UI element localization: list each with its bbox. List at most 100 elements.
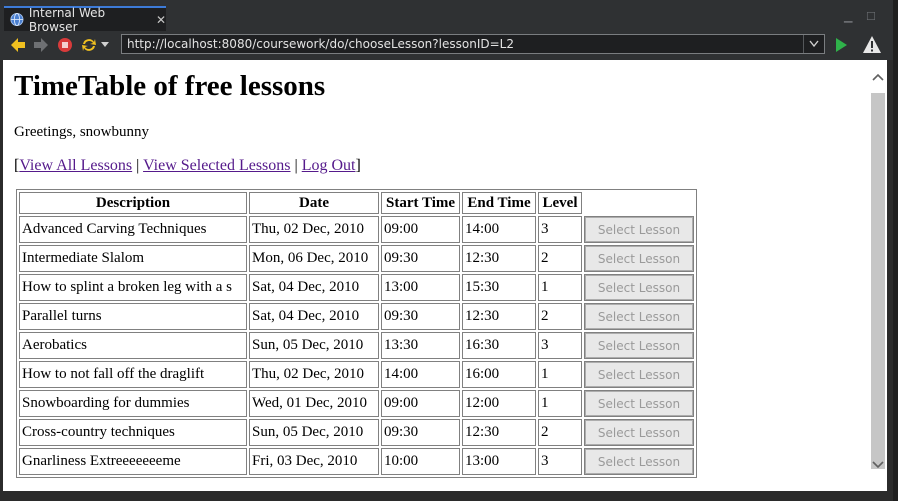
forward-icon[interactable] [32, 36, 50, 54]
maximize-icon[interactable]: ☐ [866, 10, 876, 23]
cell-action: Select Lesson [584, 332, 694, 359]
cell-start-time: 10:00 [381, 448, 460, 475]
refresh-icon[interactable] [80, 36, 98, 54]
cell-action: Select Lesson [584, 274, 694, 301]
table-row: Aerobatics Sun, 05 Dec, 2010 13:30 16:30… [19, 332, 694, 359]
select-lesson-button[interactable]: Select Lesson [585, 275, 693, 300]
table-row: Gnarliness Extreeeeeeeme Fri, 03 Dec, 20… [19, 448, 694, 475]
lessons-table: Description Date Start Time End Time Lev… [16, 189, 697, 478]
cell-description: Aerobatics [19, 332, 247, 359]
select-lesson-button[interactable]: Select Lesson [585, 304, 693, 329]
cell-description: Parallel turns [19, 303, 247, 330]
cell-level: 3 [538, 332, 582, 359]
url-history-dropdown[interactable] [803, 35, 824, 53]
url-bar[interactable] [121, 34, 825, 54]
minimize-icon[interactable]: ▁ [844, 10, 852, 23]
table-row: Advanced Carving Techniques Thu, 02 Dec,… [19, 216, 694, 243]
table-row: How to splint a broken leg with a s Sat,… [19, 274, 694, 301]
select-lesson-button[interactable]: Select Lesson [585, 333, 693, 358]
select-lesson-button[interactable]: Select Lesson [585, 362, 693, 387]
status-strip [0, 491, 893, 501]
cell-end-time: 12:00 [462, 390, 536, 417]
cell-end-time: 13:00 [462, 448, 536, 475]
cell-action: Select Lesson [584, 390, 694, 417]
stop-icon[interactable] [56, 36, 74, 54]
url-input[interactable] [122, 35, 803, 53]
cell-level: 3 [538, 216, 582, 243]
close-icon[interactable]: ✕ [156, 13, 166, 27]
globe-icon [10, 12, 24, 27]
select-lesson-button[interactable]: Select Lesson [585, 420, 693, 445]
cell-date: Mon, 06 Dec, 2010 [249, 245, 379, 272]
cell-date: Sat, 04 Dec, 2010 [249, 303, 379, 330]
view-all-lessons-link[interactable]: View All Lessons [19, 157, 132, 174]
cell-date: Thu, 02 Dec, 2010 [249, 216, 379, 243]
table-row: How to not fall off the draglift Thu, 02… [19, 361, 694, 388]
column-header-action [584, 192, 694, 214]
select-lesson-button[interactable]: Select Lesson [585, 449, 693, 474]
go-icon[interactable] [833, 36, 849, 54]
cell-start-time: 09:00 [381, 216, 460, 243]
cell-action: Select Lesson [584, 216, 694, 243]
nav-links: [View All Lessons | View Selected Lesson… [14, 157, 869, 175]
select-lesson-button[interactable]: Select Lesson [585, 391, 693, 416]
cell-action: Select Lesson [584, 361, 694, 388]
table-row: Snowboarding for dummies Wed, 01 Dec, 20… [19, 390, 694, 417]
cell-action: Select Lesson [584, 448, 694, 475]
cell-description: How to splint a broken leg with a s [19, 274, 247, 301]
table-row: Cross-country techniques Sun, 05 Dec, 20… [19, 419, 694, 446]
cell-end-time: 12:30 [462, 245, 536, 272]
vertical-scrollbar[interactable] [869, 60, 887, 491]
cell-description: Advanced Carving Techniques [19, 216, 247, 243]
cell-start-time: 09:00 [381, 390, 460, 417]
cell-description: Snowboarding for dummies [19, 390, 247, 417]
cell-date: Thu, 02 Dec, 2010 [249, 361, 379, 388]
page-content: TimeTable of free lessons Greetings, sno… [3, 60, 869, 478]
cell-date: Sun, 05 Dec, 2010 [249, 332, 379, 359]
select-lesson-button[interactable]: Select Lesson [585, 217, 693, 242]
cell-end-time: 12:30 [462, 419, 536, 446]
column-header-date: Date [249, 192, 379, 214]
cell-end-time: 16:30 [462, 332, 536, 359]
page-viewport: TimeTable of free lessons Greetings, sno… [3, 60, 869, 491]
select-lesson-button[interactable]: Select Lesson [585, 246, 693, 271]
cell-start-time: 14:00 [381, 361, 460, 388]
nav-separator: | [290, 157, 302, 174]
chevron-down-icon[interactable] [100, 41, 110, 49]
cell-date: Sat, 04 Dec, 2010 [249, 274, 379, 301]
warning-icon[interactable] [862, 35, 882, 55]
scroll-up-icon[interactable] [872, 72, 884, 82]
cell-level: 2 [538, 245, 582, 272]
log-out-link[interactable]: Log Out [302, 157, 356, 174]
browser-toolbar [0, 32, 893, 60]
cell-action: Select Lesson [584, 303, 694, 330]
cell-start-time: 13:00 [381, 274, 460, 301]
scrollbar-thumb[interactable] [871, 93, 885, 469]
cell-start-time: 09:30 [381, 303, 460, 330]
cell-date: Sun, 05 Dec, 2010 [249, 419, 379, 446]
cell-description: Intermediate Slalom [19, 245, 247, 272]
nav-bracket: ] [355, 157, 361, 174]
cell-level: 3 [538, 448, 582, 475]
cell-level: 1 [538, 390, 582, 417]
nav-separator: | [132, 157, 144, 174]
browser-tab[interactable]: Internal Web Browser ✕ [4, 5, 166, 34]
window-edge [893, 0, 898, 501]
cell-date: Fri, 03 Dec, 2010 [249, 448, 379, 475]
cell-action: Select Lesson [584, 245, 694, 272]
table-header-row: Description Date Start Time End Time Lev… [19, 192, 694, 214]
cell-action: Select Lesson [584, 419, 694, 446]
column-header-end-time: End Time [462, 192, 536, 214]
cell-start-time: 13:30 [381, 332, 460, 359]
tab-title: Internal Web Browser [28, 5, 106, 34]
view-selected-lessons-link[interactable]: View Selected Lessons [143, 157, 290, 174]
scroll-down-icon[interactable] [872, 460, 884, 470]
cell-date: Wed, 01 Dec, 2010 [249, 390, 379, 417]
table-row: Parallel turns Sat, 04 Dec, 2010 09:30 1… [19, 303, 694, 330]
back-icon[interactable] [9, 36, 27, 54]
cell-level: 2 [538, 303, 582, 330]
column-header-description: Description [19, 192, 247, 214]
column-header-start-time: Start Time [381, 192, 460, 214]
cell-end-time: 16:00 [462, 361, 536, 388]
tab-bar: Internal Web Browser ✕ ▁ ☐ [0, 0, 898, 34]
